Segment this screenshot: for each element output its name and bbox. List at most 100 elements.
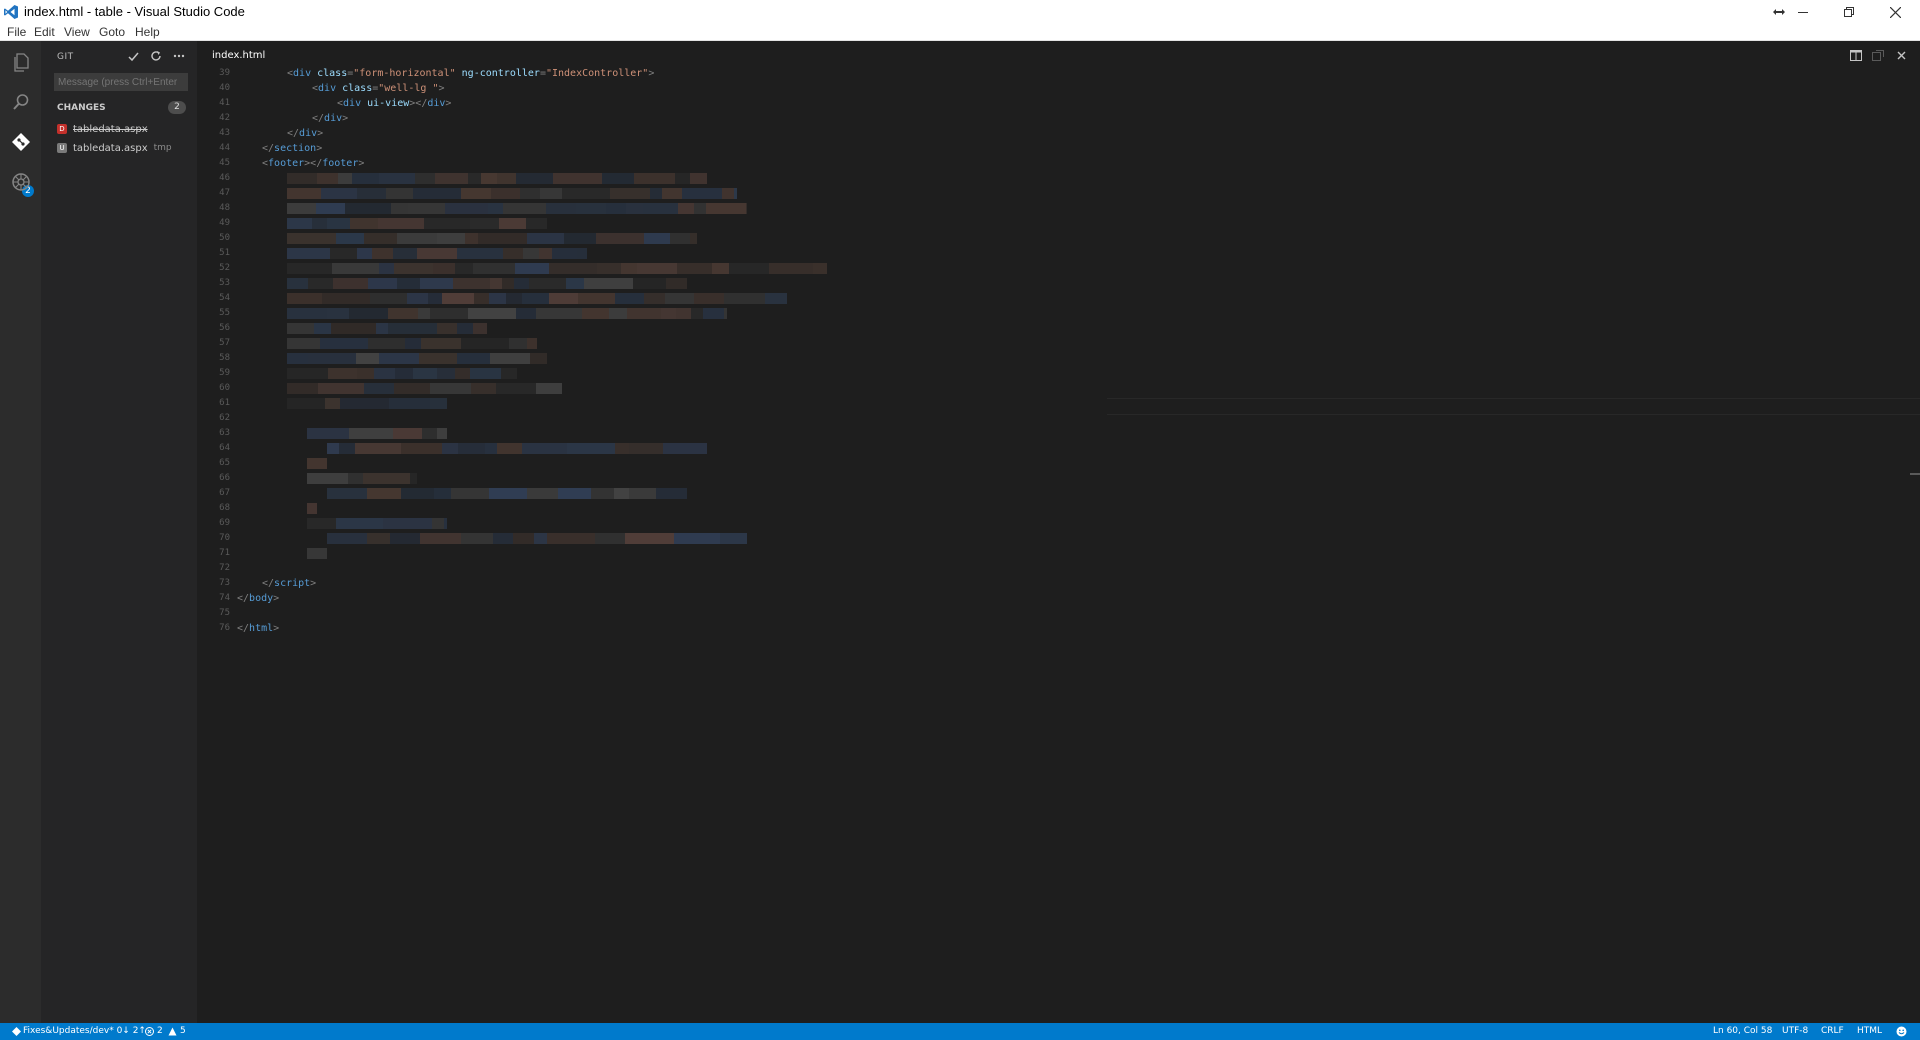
pixelated-block: [316, 203, 345, 214]
line-number: 66: [219, 473, 230, 483]
code-line: 71: [197, 546, 1897, 561]
pixelated-block: [471, 383, 496, 394]
pixelated-block: [445, 203, 488, 214]
pixelated-block: [432, 518, 444, 529]
git-sidebar: GIT CHANGES 2 D tabledata.aspx U tableda…: [41, 41, 197, 1023]
pixelated-block: [394, 383, 430, 394]
pixelated-block: [356, 353, 379, 364]
line-number: 64: [219, 443, 230, 453]
debug-icon[interactable]: [8, 169, 34, 195]
encoding[interactable]: UTF-8: [1782, 1026, 1808, 1036]
pixelated-block: [523, 248, 539, 259]
pixelated-block: [637, 263, 677, 274]
pixelated-block: [629, 488, 656, 499]
line-number: 42: [219, 113, 230, 123]
pixelated-block: [468, 173, 481, 184]
warning-count[interactable]: 5: [180, 1026, 186, 1036]
pixelated-block: [769, 263, 813, 274]
more-actions-icon[interactable]: [171, 48, 187, 64]
pixelated-block: [627, 308, 661, 319]
pixelated-block: [442, 293, 474, 304]
cursor-position[interactable]: Ln 60, Col 58: [1713, 1026, 1772, 1036]
close-editor-icon[interactable]: [1894, 48, 1908, 62]
line-number: 69: [219, 518, 230, 528]
pixelated-block: [513, 533, 534, 544]
pixelated-block: [307, 518, 336, 529]
scrollbar-marker[interactable]: [1910, 473, 1920, 475]
pixelated-block: [509, 338, 527, 349]
pixelated-block: [690, 173, 707, 184]
restore-icon[interactable]: [1826, 0, 1872, 24]
git-icon[interactable]: [8, 129, 34, 155]
menu-file[interactable]: File: [7, 25, 26, 39]
code-line: 42 </div>: [197, 111, 1897, 126]
warning-icon: [168, 1027, 177, 1036]
pixelated-block: [527, 488, 558, 499]
split-editor-icon[interactable]: [1849, 48, 1863, 62]
files-icon[interactable]: [8, 50, 34, 76]
menu-edit[interactable]: Edit: [34, 25, 55, 39]
pixelated-block: [378, 218, 424, 229]
pixelated-block: [331, 323, 376, 334]
pixelated-block: [418, 308, 430, 319]
tab-index-html[interactable]: index.html: [212, 50, 265, 61]
feedback-smiley-icon[interactable]: [1896, 1026, 1907, 1037]
pixelated-block: [626, 203, 643, 214]
line-number: 49: [219, 218, 230, 228]
pixelated-block: [338, 173, 352, 184]
pixelated-block: [379, 263, 394, 274]
menu-view[interactable]: View: [64, 25, 90, 39]
pixelated-block: [625, 533, 674, 544]
pixelated-block: [376, 323, 388, 334]
pixelated-block: [287, 398, 325, 409]
minimize-icon[interactable]: [1780, 0, 1826, 24]
commit-check-icon[interactable]: [125, 48, 141, 64]
pixelated-block: [428, 293, 442, 304]
pixelated-block: [287, 203, 316, 214]
pixelated-block: [307, 458, 327, 469]
line-number: 68: [219, 503, 230, 513]
pixelated-block: [437, 428, 447, 439]
pixelated-block: [564, 233, 596, 244]
pixelated-block: [706, 203, 746, 214]
line-number: 53: [219, 278, 230, 288]
list-item-deleted-file[interactable]: D tabledata.aspx: [57, 121, 148, 137]
pixelated-block: [663, 443, 707, 454]
pixelated-block: [562, 188, 610, 199]
error-count[interactable]: 2: [157, 1026, 163, 1036]
language-mode[interactable]: HTML: [1857, 1026, 1882, 1036]
refresh-icon[interactable]: [148, 48, 164, 64]
menu-help[interactable]: Help: [135, 25, 160, 39]
open-changes-icon[interactable]: [1871, 48, 1885, 62]
pixelated-block: [453, 278, 490, 289]
changes-header[interactable]: CHANGES: [57, 103, 106, 113]
list-item-untracked-file[interactable]: U tabledata.aspx tmp: [57, 140, 172, 156]
pixelated-block: [287, 218, 312, 229]
pixelated-block: [367, 488, 401, 499]
code-line: 39 <div class="form-horizontal" ng-contr…: [197, 66, 1897, 81]
pixelated-block: [661, 308, 676, 319]
pixelated-block: [597, 263, 621, 274]
editor[interactable]: index.html 39 <div class="form-horizonta…: [197, 41, 1920, 1023]
menu-goto[interactable]: Goto: [99, 25, 125, 39]
pixelated-block: [352, 173, 379, 184]
commit-message-input[interactable]: [54, 73, 188, 91]
pixelated-block: [430, 383, 471, 394]
pixelated-block: [614, 488, 629, 499]
pixelated-block: [363, 473, 410, 484]
pixelated-block: [287, 233, 336, 244]
search-icon[interactable]: [8, 89, 34, 115]
close-window-icon[interactable]: [1872, 0, 1918, 24]
pixelated-block: [332, 263, 379, 274]
line-ending[interactable]: CRLF: [1821, 1026, 1844, 1036]
pixelated-block: [536, 308, 582, 319]
branch-status[interactable]: Fixes&Updates/dev* 0↓ 2↑: [23, 1026, 146, 1036]
code-line: 74 </body>: [197, 591, 1897, 606]
pixelated-block: [394, 263, 433, 274]
pixelated-block: [419, 353, 457, 364]
pixelated-block: [307, 503, 317, 514]
pixelated-block: [676, 308, 691, 319]
pixelated-block: [357, 248, 372, 259]
pixelated-block: [670, 233, 690, 244]
pixelated-block: [393, 428, 422, 439]
